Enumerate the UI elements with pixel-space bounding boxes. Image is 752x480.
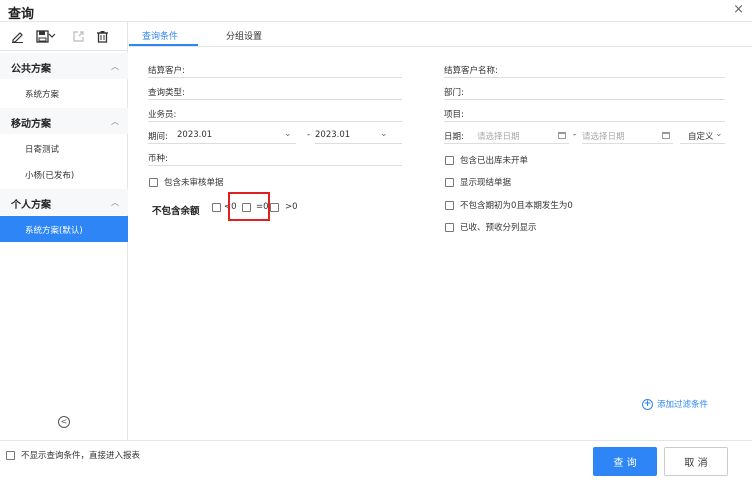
sidebar-item-daily-test[interactable]: 日寄测试 — [0, 135, 128, 161]
field-label: 查询类型: — [148, 88, 185, 98]
field-label: 项目: — [444, 110, 464, 120]
query-button[interactable]: 查 询 — [593, 447, 657, 476]
date-end-picker[interactable]: 请选择日期 — [582, 128, 673, 144]
date-range-value: 自定义 — [688, 132, 714, 142]
field-label: 日期: — [444, 132, 464, 142]
tab-query-conditions[interactable]: 查询条件 — [142, 29, 178, 42]
edit-icon[interactable] — [9, 29, 25, 43]
chevron-down-icon: ⌄ — [715, 129, 723, 139]
add-filter-label: 添加过滤条件 — [657, 400, 709, 410]
balance-gt0-checkbox[interactable]: >0 — [270, 202, 298, 212]
checkbox-box[interactable] — [445, 200, 454, 210]
sidebar-item-label: 系统方案(默认) — [25, 226, 83, 236]
period-start-value: 2023.01 — [177, 130, 213, 140]
field-label: 结算客户名称: — [444, 66, 498, 76]
checkbox-box[interactable] — [6, 450, 15, 460]
calendar-icon — [558, 132, 566, 139]
checkbox-label: 显示现结单据 — [460, 178, 512, 188]
checkbox-box[interactable] — [445, 155, 454, 165]
tab-bar: 查询条件 分组设置 — [129, 22, 752, 47]
add-filter-button[interactable]: + 添加过滤条件 — [642, 398, 708, 410]
salesperson-field[interactable]: 业务员: — [148, 106, 402, 122]
scheme-sidebar: 公共方案 ︿ 系统方案 移动方案 ︿ 日寄测试 小杨(已发布) 个人方案 ︿ 系… — [0, 22, 128, 440]
close-icon[interactable]: × — [733, 2, 744, 17]
settle-customer-field[interactable]: 结算客户: — [148, 62, 402, 78]
show-cash-docs-checkbox[interactable]: 显示现结单据 — [445, 176, 511, 188]
calendar-icon — [662, 132, 670, 139]
collapse-sidebar-icon[interactable]: < — [58, 416, 70, 428]
chevron-up-icon: ︿ — [111, 62, 119, 71]
checkbox-label: 包含已出库未开单 — [460, 156, 529, 166]
scheme-toolbar — [0, 22, 128, 51]
period-separator: - — [307, 130, 311, 140]
group-header-mobile[interactable]: 移动方案 ︿ — [0, 108, 128, 134]
include-unaudited-checkbox[interactable]: 包含未审核单据 — [149, 176, 224, 188]
delete-icon[interactable] — [94, 29, 110, 43]
sidebar-item-system-scheme[interactable]: 系统方案 — [0, 80, 128, 106]
field-label: 结算客户: — [148, 66, 185, 76]
checkbox-label: 不包含期初为0且本期发生为0 — [460, 201, 573, 211]
checkbox-box[interactable] — [445, 222, 454, 232]
checkbox-label: 包含未审核单据 — [164, 178, 224, 188]
group-header-public[interactable]: 公共方案 ︿ — [0, 53, 128, 79]
title-bar: 查询 × — [0, 0, 752, 22]
date-start-placeholder: 请选择日期 — [477, 132, 520, 142]
window-title: 查询 — [8, 7, 35, 22]
sidebar-item-xiaoyang[interactable]: 小杨(已发布) — [0, 161, 128, 187]
cancel-button[interactable]: 取 消 — [664, 447, 728, 476]
period-end-select[interactable]: 2023.01 ⌄ — [315, 128, 402, 144]
chevron-down-icon[interactable] — [47, 29, 57, 43]
period-end-value: 2023.01 — [315, 130, 351, 140]
currency-field[interactable]: 币种: — [148, 150, 402, 166]
group-title: 移动方案 — [11, 119, 51, 130]
checkbox-label: 已收、预收分列显示 — [460, 223, 537, 233]
exclude-zero-checkbox[interactable]: 不包含期初为0且本期发生为0 — [445, 199, 573, 211]
sidebar-item-label: 系统方案 — [25, 90, 60, 100]
date-start-picker[interactable]: 日期: 请选择日期 — [444, 128, 569, 144]
query-type-field[interactable]: 查询类型: — [148, 84, 402, 100]
skip-conditions-checkbox[interactable]: 不显示查询条件，直接进入报表 — [6, 449, 140, 461]
checkbox-box[interactable] — [149, 177, 158, 187]
chevron-up-icon: ︿ — [111, 117, 119, 126]
sidebar-item-system-default[interactable]: 系统方案(默认) — [0, 216, 128, 242]
settle-customer-name-field[interactable]: 结算客户名称: — [444, 62, 725, 78]
footer-divider — [0, 440, 752, 441]
exclude-balance-label: 不包含余额 — [152, 206, 200, 217]
export-icon[interactable] — [70, 29, 86, 43]
group-title: 公共方案 — [11, 64, 51, 75]
field-label: 币种: — [148, 154, 168, 164]
received-split-checkbox[interactable]: 已收、预收分列显示 — [445, 221, 537, 233]
chevron-down-icon: ⌄ — [380, 129, 388, 139]
field-label: 部门: — [444, 88, 464, 98]
checkbox-label: >0 — [285, 202, 298, 212]
sidebar-item-label: 小杨(已发布) — [25, 171, 75, 181]
group-header-personal[interactable]: 个人方案 ︿ — [0, 189, 128, 215]
department-field[interactable]: 部门: — [444, 84, 725, 100]
checkbox-box[interactable] — [270, 202, 279, 212]
checkbox-box[interactable] — [212, 202, 221, 212]
project-field[interactable]: 项目: — [444, 106, 725, 122]
chevron-down-icon: ⌄ — [284, 129, 292, 139]
checkbox-box[interactable] — [445, 177, 454, 187]
highlight-box — [228, 192, 270, 221]
plus-circle-icon: + — [642, 398, 653, 410]
date-end-placeholder: 请选择日期 — [582, 132, 625, 142]
chevron-up-icon: ︿ — [111, 198, 119, 207]
date-separator: - — [573, 130, 577, 140]
field-label: 期间: — [148, 132, 168, 142]
field-label: 业务员: — [148, 110, 177, 120]
date-range-select[interactable]: 自定义 ⌄ — [680, 128, 725, 144]
include-outbound-uninvoiced-checkbox[interactable]: 包含已出库未开单 — [445, 154, 528, 166]
period-start-select[interactable]: 期间: 2023.01 ⌄ — [148, 128, 296, 144]
tab-group-settings[interactable]: 分组设置 — [226, 29, 262, 42]
group-title: 个人方案 — [11, 200, 51, 211]
active-tab-indicator — [129, 44, 198, 46]
checkbox-label: 不显示查询条件，直接进入报表 — [21, 451, 141, 461]
sidebar-item-label: 日寄测试 — [25, 145, 60, 155]
